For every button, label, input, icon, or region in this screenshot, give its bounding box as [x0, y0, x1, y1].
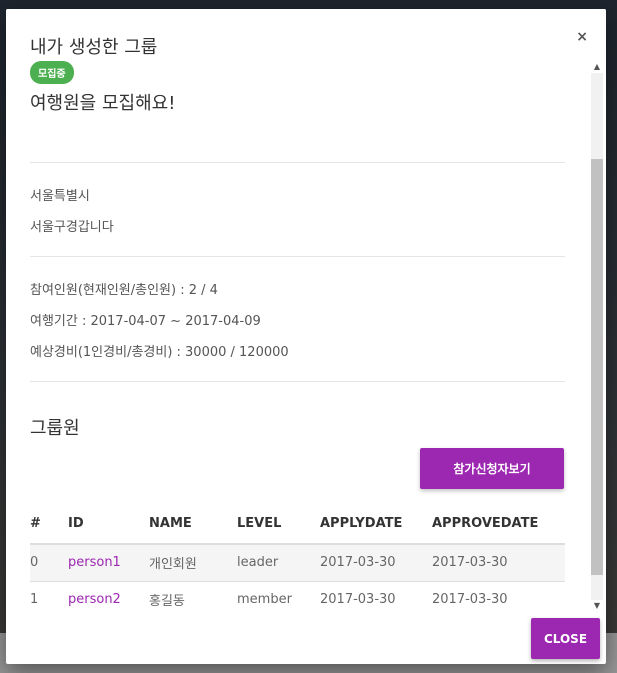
table-row[interactable]: 1 person2 홍길동 member 2017-03-30 2017-03-…: [30, 581, 565, 611]
column-header-approvedate[interactable]: APPROVEDATE: [432, 504, 565, 545]
member-id-link[interactable]: person2: [68, 581, 149, 611]
modal-body: 모집중 여행원을 모집해요! 서울특별시 서울구경갑니다 참여인원(현재인원/총…: [6, 61, 596, 611]
cell-approvedate: 2017-03-30: [432, 544, 565, 582]
budget-info: 예상경비(1인경비/총경비) : 30000 / 120000: [30, 345, 289, 360]
group-title: 여행원을 모집해요!: [30, 93, 176, 114]
group-location: 서울특별시: [30, 189, 90, 204]
scroll-down-arrow-icon[interactable]: ▼: [591, 600, 603, 612]
modal-title: 내가 생성한 그룹: [30, 37, 158, 58]
view-applicants-button[interactable]: 참가신청자보기: [420, 448, 564, 489]
cell-index: 0: [30, 544, 68, 582]
modal-scrollbar[interactable]: ▲ ▼: [591, 61, 603, 612]
member-id-link[interactable]: person1: [68, 544, 149, 582]
column-header-name[interactable]: NAME: [149, 504, 237, 545]
column-header-applydate[interactable]: APPLYDATE: [320, 504, 432, 545]
divider: [30, 381, 565, 382]
cell-approvedate: 2017-03-30: [432, 581, 565, 611]
scroll-up-arrow-icon[interactable]: ▲: [591, 61, 603, 73]
members-section-title: 그룹원: [30, 418, 80, 439]
column-header-level[interactable]: LEVEL: [237, 504, 320, 545]
members-table: # ID NAME LEVEL APPLYDATE APPROVEDATE 0 …: [30, 504, 565, 611]
cell-applydate: 2017-03-30: [320, 544, 432, 582]
modal-header: 내가 생성한 그룹 ×: [6, 9, 606, 61]
cell-level: member: [237, 581, 320, 611]
divider: [30, 162, 565, 163]
close-button[interactable]: CLOSE: [531, 618, 600, 659]
cell-name: 개인회원: [149, 544, 237, 582]
group-detail-modal: 내가 생성한 그룹 × 모집중 여행원을 모집해요! 서울특별시 서울구경갑니다…: [6, 9, 606, 664]
divider: [30, 256, 565, 257]
table-header-row: # ID NAME LEVEL APPLYDATE APPROVEDATE: [30, 504, 565, 545]
cell-index: 1: [30, 581, 68, 611]
participants-info: 참여인원(현재인원/총인원) : 2 / 4: [30, 283, 218, 298]
close-icon[interactable]: ×: [576, 29, 588, 45]
cell-applydate: 2017-03-30: [320, 581, 432, 611]
cell-level: leader: [237, 544, 320, 582]
travel-period-info: 여행기간 : 2017-04-07 ~ 2017-04-09: [30, 314, 261, 329]
scrollbar-track[interactable]: [591, 73, 603, 600]
column-header-index[interactable]: #: [30, 504, 68, 545]
group-description: 서울구경갑니다: [30, 220, 114, 235]
table-row[interactable]: 0 person1 개인회원 leader 2017-03-30 2017-03…: [30, 544, 565, 582]
recruiting-status-badge: 모집중: [30, 61, 74, 84]
cell-name: 홍길동: [149, 581, 237, 611]
scrollbar-thumb[interactable]: [591, 159, 603, 575]
column-header-id[interactable]: ID: [68, 504, 149, 545]
